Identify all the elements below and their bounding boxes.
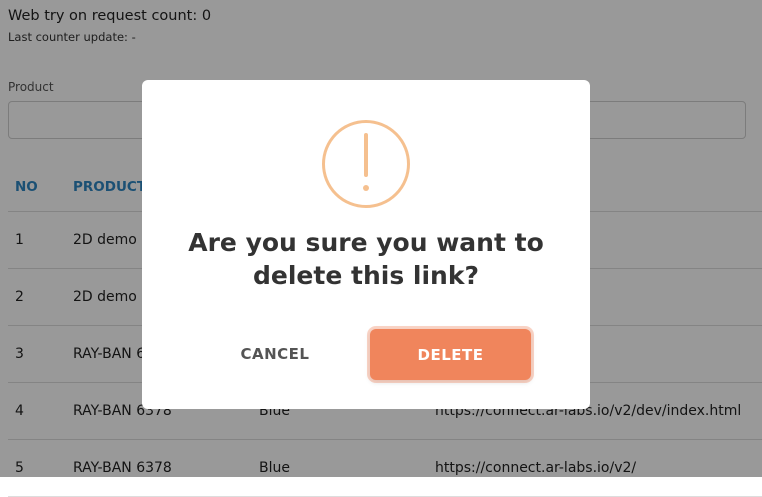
cancel-button[interactable]: CANCEL [216,329,334,379]
delete-button[interactable]: DELETE [370,329,531,380]
delete-confirmation-dialog: Are you sure you want to delete this lin… [142,80,590,409]
dialog-title: Are you sure you want to delete this lin… [188,228,544,290]
exclamation-circle-icon [322,120,410,208]
